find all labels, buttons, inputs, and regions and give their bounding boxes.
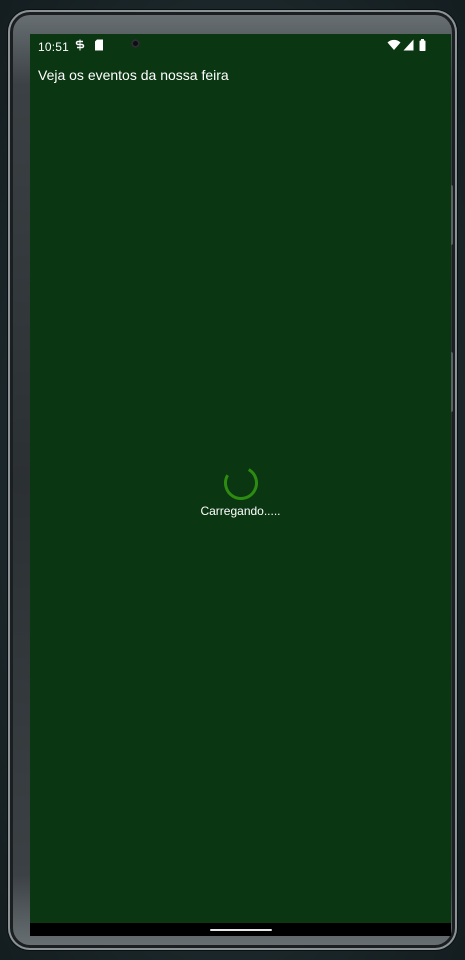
- sd-card-icon: [95, 39, 103, 51]
- wifi-icon: [387, 39, 401, 50]
- phone-frame: 10:51 Veja os eventos da nossa feira Car…: [8, 10, 457, 950]
- notification-s-icon: [75, 39, 85, 51]
- front-camera: [131, 39, 140, 48]
- navigation-bar: [30, 923, 451, 936]
- page-title: Veja os eventos da nossa feira: [38, 67, 229, 83]
- loading-label: Carregando.....: [200, 504, 281, 518]
- status-bar: 10:51: [30, 34, 451, 60]
- app-screen: 10:51 Veja os eventos da nossa feira Car…: [30, 34, 451, 936]
- battery-icon: [419, 39, 426, 51]
- home-gesture-handle[interactable]: [210, 929, 272, 931]
- cellular-signal-icon: [403, 39, 414, 51]
- status-time: 10:51: [38, 40, 70, 54]
- loading-spinner-icon: [224, 466, 258, 500]
